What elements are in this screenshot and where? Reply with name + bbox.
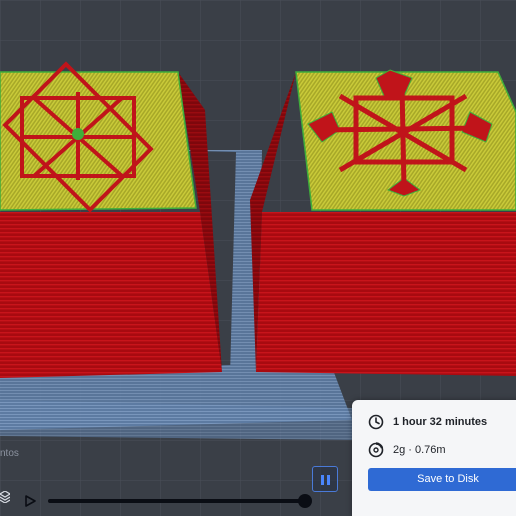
right-model-front: [256, 212, 516, 376]
print-summary-panel: 1 hour 32 minutes 2g · 0.76m Save to Dis…: [352, 400, 516, 516]
left-model-front: [0, 212, 222, 378]
filament-spool-icon: [368, 442, 384, 458]
clock-icon: [368, 414, 384, 430]
layer-progress-track[interactable]: [48, 499, 306, 503]
print-time-row: 1 hour 32 minutes: [368, 414, 487, 430]
left-snowflake-center: [72, 128, 84, 140]
layer-progress-handle[interactable]: [298, 494, 312, 508]
pause-button[interactable]: [312, 466, 338, 492]
clipped-label: ntos: [0, 448, 19, 459]
material-usage-text: 2g · 0.76m: [393, 444, 446, 456]
material-row: 2g · 0.76m: [368, 442, 446, 458]
save-to-disk-button[interactable]: Save to Disk: [368, 468, 516, 491]
play-icon[interactable]: [24, 495, 36, 507]
pause-icon: [321, 475, 324, 485]
left-model-top: [0, 71, 197, 211]
left-print-model: [0, 61, 222, 378]
layers-icon[interactable]: [0, 491, 10, 503]
print-time-text: 1 hour 32 minutes: [393, 416, 488, 428]
